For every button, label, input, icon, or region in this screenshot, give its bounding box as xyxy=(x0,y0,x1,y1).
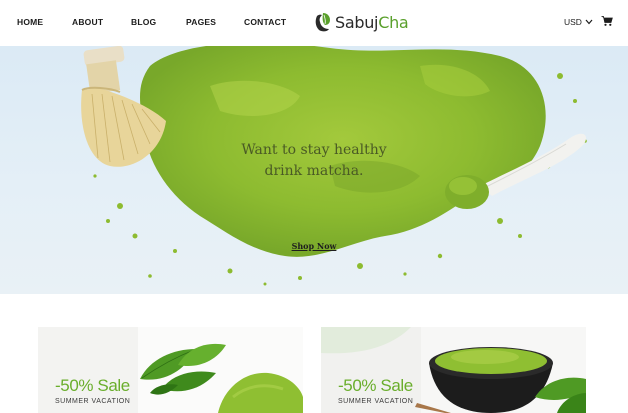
logo-wordmark: SabujCha xyxy=(335,12,409,32)
logo-part-sabuj: Sabuj xyxy=(335,12,379,32)
nav-contact[interactable]: CONTACT xyxy=(244,17,286,27)
chevron-down-icon xyxy=(585,19,593,25)
promo-card-tea-leaves[interactable]: -50% Sale SUMMER VACATION xyxy=(38,327,303,413)
site-header: HOME ABOUT BLOG PAGES CONTACT SabujCha U… xyxy=(0,0,628,46)
logo-part-cha: Cha xyxy=(378,12,409,32)
promo-2-headline: -50% Sale xyxy=(338,376,413,395)
nav-about[interactable]: ABOUT xyxy=(72,17,103,27)
nav-home[interactable]: HOME xyxy=(17,17,43,27)
promo-1-headline: -50% Sale xyxy=(55,376,130,395)
hero-title-line-2: drink matcha. xyxy=(264,163,364,179)
currency-selector[interactable]: USD xyxy=(564,17,593,27)
site-logo[interactable]: SabujCha xyxy=(313,9,409,35)
promo-1-subtitle: SUMMER VACATION xyxy=(55,398,131,405)
cart-icon[interactable] xyxy=(601,15,613,27)
nav-pages[interactable]: PAGES xyxy=(186,17,216,27)
nav-blog[interactable]: BLOG xyxy=(131,17,156,27)
hero-title-line-1: Want to stay healthy xyxy=(241,142,387,158)
promo-card-matcha-bowl[interactable]: -50% Sale SUMMER VACATION xyxy=(321,327,586,413)
currency-label: USD xyxy=(564,17,582,27)
hero-title: Want to stay healthy drink matcha. xyxy=(214,140,414,182)
tea-leaf-icon xyxy=(315,13,330,32)
promo-2-subtitle: SUMMER VACATION xyxy=(338,398,414,405)
shop-now-link[interactable]: Shop Now xyxy=(288,241,340,251)
hero-banner: Want to stay healthy drink matcha. Shop … xyxy=(0,46,628,294)
